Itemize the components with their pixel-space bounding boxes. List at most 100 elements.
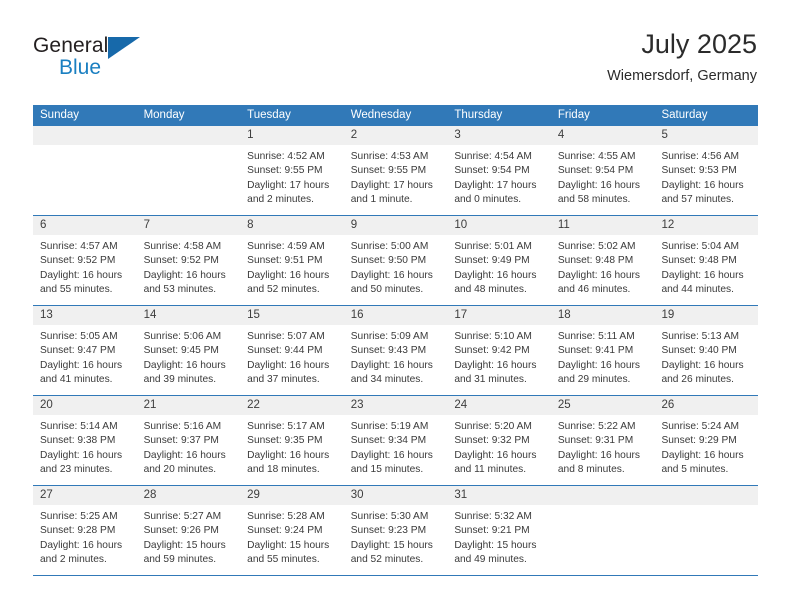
- calendar-day-cell[interactable]: 7 Sunrise: 4:58 AM Sunset: 9:52 PM Daylight…: [136, 216, 241, 305]
- calendar-day-cell[interactable]: 9 Sunrise: 5:00 AM Sunset: 9:50 PM Daylight…: [343, 216, 448, 305]
- day-daylight-line2-text: and 46 minutes.: [557, 284, 631, 296]
- calendar-day-cell-empty: [33, 126, 137, 215]
- calendar-day-cell[interactable]: 22 Sunrise: 5:17 AM Sunset: 9:35 PM Dayligh…: [240, 396, 344, 485]
- day-daylight-line1-text: Daylight: 16 hours: [40, 359, 123, 371]
- day-number: 19: [654, 306, 759, 325]
- day-daylight-line1-text: Daylight: 16 hours: [40, 269, 123, 281]
- calendar-day-cell[interactable]: 12 Sunrise: 5:04 AM Sunset: 9:48 PM Dayligh…: [654, 216, 759, 305]
- day-sunrise-text: Sunrise: 5:32 AM: [454, 511, 532, 522]
- calendar-day-cell[interactable]: 27 Sunrise: 5:25 AM Sunset: 9:28 PM Dayligh…: [33, 486, 137, 575]
- day-details: Sunrise: 4:55 AM Sunset: 9:54 PM Daylight:…: [551, 145, 655, 208]
- calendar-day-cell-empty: [136, 126, 241, 215]
- day-number: 22: [240, 396, 344, 415]
- day-daylight-line1-text: Daylight: 16 hours: [661, 269, 744, 281]
- day-number: 11: [550, 216, 655, 235]
- day-details: Sunrise: 5:22 AM Sunset: 9:31 PM Daylight:…: [551, 415, 655, 478]
- calendar-day-cell[interactable]: 20 Sunrise: 5:14 AM Sunset: 9:38 PM Dayligh…: [33, 396, 137, 485]
- logo-text-blue: Blue: [59, 56, 102, 79]
- calendar-day-cell[interactable]: 31 Sunrise: 5:32 AM Sunset: 9:21 PM Dayligh…: [447, 486, 551, 575]
- calendar-day-cell[interactable]: 17 Sunrise: 5:10 AM Sunset: 9:42 PM Dayligh…: [447, 306, 551, 395]
- day-number: 31: [447, 486, 551, 505]
- calendar-day-cell[interactable]: 18 Sunrise: 5:11 AM Sunset: 9:41 PM Dayligh…: [550, 306, 655, 395]
- day-details: Sunrise: 5:24 AM Sunset: 9:29 PM Daylight:…: [654, 415, 758, 478]
- day-number: 14: [136, 306, 241, 325]
- calendar-day-cell[interactable]: 16 Sunrise: 5:09 AM Sunset: 9:43 PM Dayligh…: [343, 306, 448, 395]
- day-number: 24: [447, 396, 551, 415]
- calendar-week-row: 6 Sunrise: 4:57 AM Sunset: 9:52 PM Daylight…: [33, 216, 759, 306]
- day-sunrise-text: Sunrise: 5:19 AM: [350, 421, 429, 432]
- calendar-day-cell[interactable]: 2 Sunrise: 4:53 AM Sunset: 9:55 PM Daylight…: [343, 126, 448, 215]
- day-sunrise-text: Sunrise: 4:57 AM: [40, 241, 118, 252]
- day-daylight-line2-text: and 55 minutes.: [40, 284, 113, 296]
- day-number: 3: [447, 126, 551, 145]
- day-sunrise-text: Sunrise: 5:28 AM: [247, 511, 325, 522]
- day-sunrise-text: Sunrise: 5:13 AM: [661, 331, 740, 342]
- calendar-day-cell[interactable]: 13 Sunrise: 5:05 AM Sunset: 9:47 PM Dayligh…: [33, 306, 137, 395]
- calendar-day-cell[interactable]: 15 Sunrise: 5:07 AM Sunset: 9:44 PM Dayligh…: [240, 306, 344, 395]
- general-blue-logo[interactable]: General Blue: [33, 34, 163, 92]
- day-daylight-line1-text: Daylight: 17 hours: [247, 179, 330, 191]
- day-sunrise-text: Sunrise: 5:04 AM: [661, 241, 740, 252]
- day-number: 23: [343, 396, 448, 415]
- day-details: Sunrise: 5:07 AM Sunset: 9:44 PM Daylight:…: [240, 325, 344, 388]
- calendar-day-cell[interactable]: 28 Sunrise: 5:27 AM Sunset: 9:26 PM Dayligh…: [136, 486, 241, 575]
- day-number: [550, 486, 655, 505]
- calendar-day-cell[interactable]: 14 Sunrise: 5:06 AM Sunset: 9:45 PM Dayligh…: [136, 306, 241, 395]
- day-daylight-line2-text: and 55 minutes.: [247, 554, 320, 566]
- day-sunrise-text: Sunrise: 5:25 AM: [40, 511, 118, 522]
- day-daylight-line1-text: Daylight: 16 hours: [661, 179, 744, 191]
- day-daylight-line2-text: and 52 minutes.: [247, 284, 320, 296]
- weekday-header-thursday: Thursday: [454, 109, 503, 121]
- day-details: Sunrise: 5:11 AM Sunset: 9:41 PM Daylight:…: [551, 325, 655, 388]
- day-sunset-text: Sunset: 9:32 PM: [454, 435, 530, 447]
- calendar-day-cell[interactable]: 23 Sunrise: 5:19 AM Sunset: 9:34 PM Dayligh…: [343, 396, 448, 485]
- day-sunset-text: Sunset: 9:52 PM: [143, 255, 219, 267]
- calendar-day-cell[interactable]: 4 Sunrise: 4:55 AM Sunset: 9:54 PM Daylight…: [550, 126, 655, 215]
- day-number: 13: [33, 306, 137, 325]
- day-number: 15: [240, 306, 344, 325]
- calendar-day-cell[interactable]: 5 Sunrise: 4:56 AM Sunset: 9:53 PM Daylight…: [654, 126, 759, 215]
- day-daylight-line2-text: and 20 minutes.: [143, 464, 217, 476]
- day-sunset-text: Sunset: 9:49 PM: [454, 255, 530, 267]
- day-details: Sunrise: 4:56 AM Sunset: 9:53 PM Daylight:…: [654, 145, 758, 208]
- day-details: Sunrise: 5:06 AM Sunset: 9:45 PM Daylight:…: [137, 325, 241, 388]
- day-sunset-text: Sunset: 9:54 PM: [557, 165, 634, 177]
- calendar-day-cell[interactable]: 29 Sunrise: 5:28 AM Sunset: 9:24 PM Dayligh…: [240, 486, 344, 575]
- day-details: Sunrise: 4:57 AM Sunset: 9:52 PM Daylight:…: [33, 235, 137, 298]
- calendar-day-cell[interactable]: 3 Sunrise: 4:54 AM Sunset: 9:54 PM Daylight…: [447, 126, 551, 215]
- calendar-day-cell[interactable]: 30 Sunrise: 5:30 AM Sunset: 9:23 PM Dayligh…: [343, 486, 448, 575]
- day-number: [33, 126, 137, 145]
- calendar-day-cell[interactable]: 21 Sunrise: 5:16 AM Sunset: 9:37 PM Dayligh…: [136, 396, 241, 485]
- day-sunrise-text: Sunrise: 4:53 AM: [350, 151, 429, 162]
- day-number: 21: [136, 396, 241, 415]
- day-sunrise-text: Sunrise: 5:11 AM: [557, 331, 635, 342]
- day-number: 6: [33, 216, 137, 235]
- calendar-day-cell[interactable]: 10 Sunrise: 5:01 AM Sunset: 9:49 PM Dayligh…: [447, 216, 551, 305]
- calendar-day-cell[interactable]: 19 Sunrise: 5:13 AM Sunset: 9:40 PM Dayligh…: [654, 306, 759, 395]
- calendar-day-cell[interactable]: 8 Sunrise: 4:59 AM Sunset: 9:51 PM Daylight…: [240, 216, 344, 305]
- calendar-day-cell[interactable]: 26 Sunrise: 5:24 AM Sunset: 9:29 PM Dayligh…: [654, 396, 759, 485]
- day-daylight-line2-text: and 23 minutes.: [40, 464, 113, 476]
- day-details: Sunrise: 5:28 AM Sunset: 9:24 PM Daylight:…: [240, 505, 344, 568]
- calendar-day-cell[interactable]: 11 Sunrise: 5:02 AM Sunset: 9:48 PM Dayligh…: [550, 216, 655, 305]
- day-daylight-line1-text: Daylight: 16 hours: [143, 359, 226, 371]
- day-daylight-line2-text: and 41 minutes.: [40, 374, 113, 386]
- logo-text-general: General: [33, 34, 109, 57]
- day-sunrise-text: Sunrise: 4:56 AM: [661, 151, 740, 162]
- calendar-day-cell[interactable]: 6 Sunrise: 4:57 AM Sunset: 9:52 PM Daylight…: [33, 216, 137, 305]
- day-daylight-line2-text: and 8 minutes.: [557, 464, 625, 476]
- day-daylight-line1-text: Daylight: 16 hours: [661, 449, 744, 461]
- day-daylight-line2-text: and 52 minutes.: [350, 554, 424, 566]
- calendar-grid: Sunday Monday Tuesday Wednesday Thursday Frid…: [33, 105, 759, 576]
- calendar-day-cell[interactable]: 1 Sunrise: 4:52 AM Sunset: 9:55 PM Daylight…: [240, 126, 344, 215]
- day-sunrise-text: Sunrise: 5:05 AM: [40, 331, 118, 342]
- day-sunrise-text: Sunrise: 5:20 AM: [454, 421, 532, 432]
- day-number: 1: [240, 126, 344, 145]
- day-daylight-line2-text: and 0 minutes.: [454, 194, 522, 206]
- day-sunset-text: Sunset: 9:55 PM: [350, 165, 427, 177]
- calendar-day-cell[interactable]: 25 Sunrise: 5:22 AM Sunset: 9:31 PM Dayligh…: [550, 396, 655, 485]
- day-number: 25: [550, 396, 655, 415]
- day-daylight-line1-text: Daylight: 16 hours: [247, 269, 330, 281]
- calendar-day-cell[interactable]: 24 Sunrise: 5:20 AM Sunset: 9:32 PM Dayligh…: [447, 396, 551, 485]
- day-daylight-line1-text: Daylight: 15 hours: [454, 539, 537, 551]
